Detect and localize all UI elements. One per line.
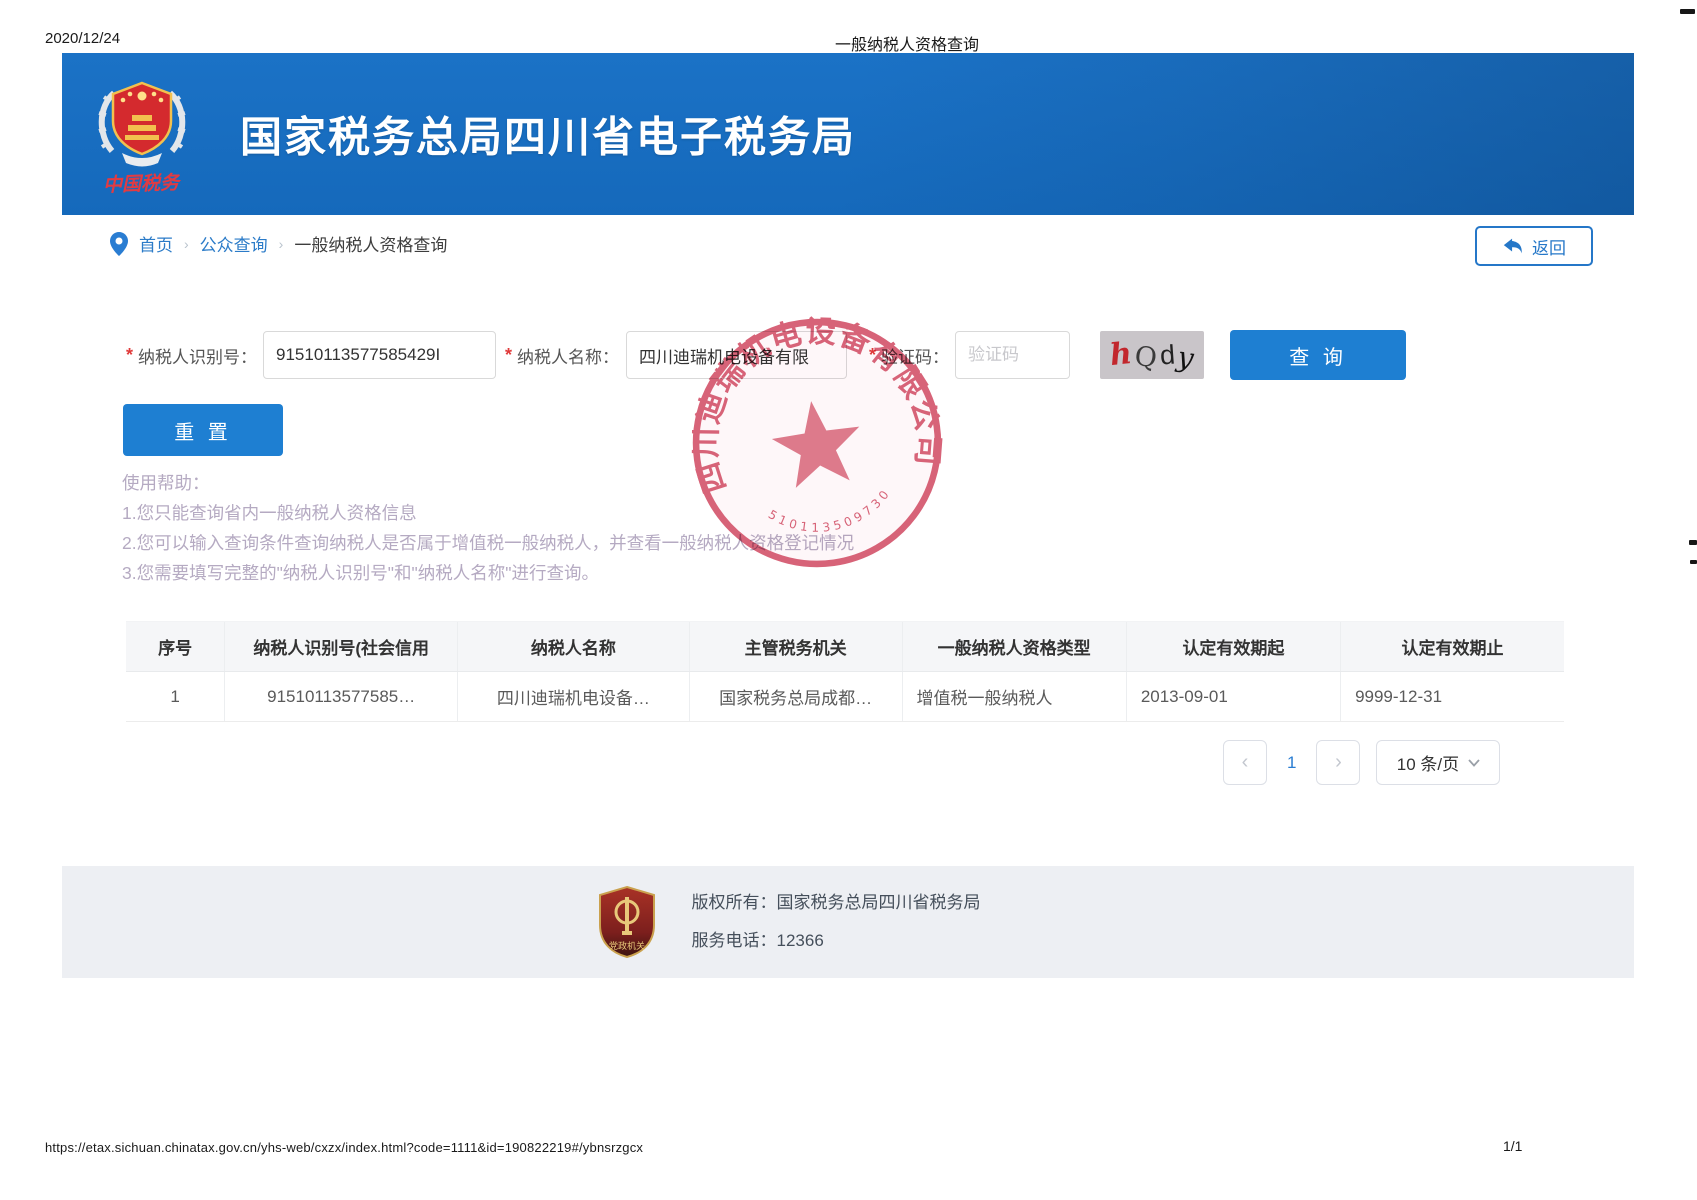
page: 2020/12/24 一般纳税人资格查询 [0,0,1697,1200]
badge-label: 党政机关 [608,940,644,951]
pagination: ‹ 1 › 10 条/页 [1223,740,1500,785]
header-valid-to: 认定有效期止 [1341,622,1564,671]
print-doc-title: 一般纳税人资格查询 [835,31,979,55]
breadcrumb-separator-icon: › [184,236,189,252]
print-date: 2020/12/24 [45,30,120,47]
help-line-1: 1.您只能查询省内一般纳税人资格信息 [122,498,854,528]
header-seq: 序号 [126,622,225,671]
page-number[interactable]: 1 [1287,753,1296,773]
location-pin-icon [110,232,128,256]
page-footer: 党政机关 版权所有：国家税务总局四川省税务局 服务电话：12366 [62,866,1634,978]
scan-artifact [1680,9,1695,14]
help-title: 使用帮助： [122,468,854,498]
footer-copyright: 版权所有：国家税务总局四川省税务局 [692,884,981,922]
captcha-input[interactable] [955,331,1070,379]
help-line-3: 3.您需要填写完整的"纳税人识别号"和"纳税人名称"进行查询。 [122,558,854,588]
cell-seq: 1 [126,672,225,721]
chevron-down-icon [1468,759,1480,767]
captcha-char: h [1109,339,1134,371]
breadcrumb-home[interactable]: 首页 [139,231,173,256]
captcha-label: 验证码： [881,343,949,368]
print-url: https://etax.sichuan.chinatax.gov.cn/yhs… [45,1140,643,1155]
cell-tax-authority: 国家税务总局成都… [690,672,903,721]
captcha-image[interactable]: h Q d y [1100,331,1204,379]
footer-text: 版权所有：国家税务总局四川省税务局 服务电话：12366 [692,884,981,960]
footer-content: 党政机关 版权所有：国家税务总局四川省税务局 服务电话：12366 [596,884,981,960]
required-mark: * [126,345,133,366]
scan-artifact [1690,560,1697,564]
required-mark: * [869,345,876,366]
taxpayer-name-input[interactable] [626,331,847,379]
query-button[interactable]: 查 询 [1230,330,1406,380]
cell-taxpayer-name: 四川迪瑞机电设备… [458,672,690,721]
breadcrumb-public-query[interactable]: 公众查询 [200,231,268,256]
cell-valid-to: 9999-12-31 [1341,672,1564,721]
back-button[interactable]: 返回 [1475,226,1593,266]
page-size-select[interactable]: 10 条/页 [1376,740,1500,785]
required-mark: * [505,345,512,366]
government-badge-icon: 党政机关 [596,885,658,959]
taxpayer-id-input[interactable] [263,331,496,379]
logo-script: 中国税务 [74,167,209,199]
cell-qualification-type: 增值税一般纳税人 [903,672,1127,721]
cell-valid-from: 2013-09-01 [1127,672,1341,721]
query-form: * 纳税人识别号： * 纳税人名称： * 验证码： h Q d y 查 询 [126,330,1406,380]
print-page-number: 1/1 [1503,1138,1522,1154]
breadcrumb-separator-icon: › [279,236,284,252]
captcha-char: y [1176,343,1196,373]
taxpayer-id-label: 纳税人识别号： [138,343,257,368]
page-size-value: 10 条/页 [1397,750,1459,775]
header-taxpayer-id: 纳税人识别号(社会信用 [225,622,458,671]
usage-help: 使用帮助： 1.您只能查询省内一般纳税人资格信息 2.您可以输入查询条件查询纳税… [122,468,854,588]
breadcrumb: 首页 › 公众查询 › 一般纳税人资格查询 [110,231,447,256]
header-tax-authority: 主管税务机关 [690,622,903,671]
next-page-button[interactable]: › [1316,740,1360,785]
prev-page-button[interactable]: ‹ [1223,740,1267,785]
site-banner: 中国税务 国家税务总局四川省电子税务局 [62,53,1634,215]
footer-phone: 服务电话：12366 [692,922,981,960]
cell-taxpayer-id: 91510113577585… [225,672,458,721]
header-qualification-type: 一般纳税人资格类型 [903,622,1127,671]
back-button-label: 返回 [1532,234,1566,259]
header-valid-from: 认定有效期起 [1127,622,1341,671]
reset-button[interactable]: 重 置 [123,404,283,456]
breadcrumb-current: 一般纳税人资格查询 [294,231,447,256]
results-table: 序号 纳税人识别号(社会信用 纳税人名称 主管税务机关 一般纳税人资格类型 认定… [126,621,1564,722]
captcha-char: d [1159,341,1176,369]
site-title: 国家税务总局四川省电子税务局 [240,104,856,165]
table-row: 1 91510113577585… 四川迪瑞机电设备… 国家税务总局成都… 增值… [126,672,1564,722]
taxpayer-name-label: 纳税人名称： [517,343,619,368]
header-taxpayer-name: 纳税人名称 [458,622,690,671]
help-line-2: 2.您可以输入查询条件查询纳税人是否属于增值税一般纳税人，并查看一般纳税人资格登… [122,528,854,558]
table-header-row: 序号 纳税人识别号(社会信用 纳税人名称 主管税务机关 一般纳税人资格类型 认定… [126,621,1564,672]
tax-emblem-icon [92,73,192,178]
scan-artifact [1689,540,1697,545]
captcha-char: Q [1133,342,1158,371]
back-arrow-icon [1502,236,1524,256]
